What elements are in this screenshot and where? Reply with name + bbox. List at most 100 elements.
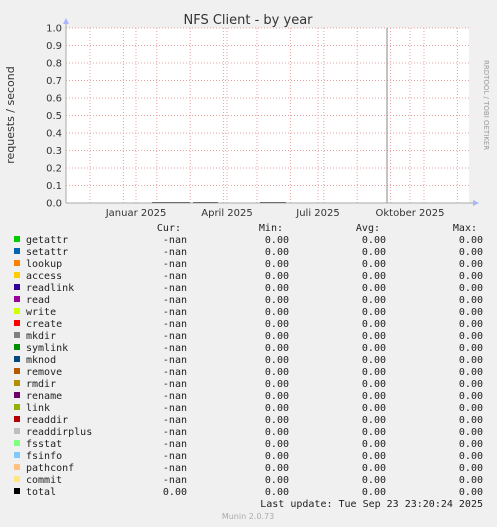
legend-swatch	[14, 368, 20, 374]
legend-value-cur: -nan	[163, 355, 187, 366]
legend-value-cur: -nan	[163, 283, 187, 294]
legend-value-max: 0.00	[459, 427, 483, 438]
legend-value-cur: -nan	[163, 367, 187, 378]
legend-value-avg: 0.00	[362, 259, 386, 270]
legend-value-avg: 0.00	[362, 379, 386, 390]
legend-swatch	[14, 452, 20, 458]
legend-value-max: 0.00	[459, 439, 483, 450]
legend-value-min: 0.00	[265, 355, 289, 366]
legend-value-max: 0.00	[459, 343, 483, 354]
legend-value-max: 0.00	[459, 403, 483, 414]
legend-value-min: 0.00	[265, 271, 289, 282]
legend-value-cur: -nan	[163, 247, 187, 258]
chart-title: NFS Client - by year	[183, 13, 313, 28]
legend-swatch	[14, 236, 20, 242]
legend-series-name: rename	[26, 391, 62, 402]
y-tick-label: 0.2	[46, 164, 62, 175]
legend-value-min: 0.00	[265, 367, 289, 378]
legend-value-cur: -nan	[163, 319, 187, 330]
y-tick-label: 0.9	[46, 41, 62, 52]
legend-series-name: symlink	[26, 343, 68, 354]
legend-value-cur: -nan	[163, 307, 187, 318]
legend-value-max: 0.00	[459, 235, 483, 246]
legend-value-avg: 0.00	[362, 295, 386, 306]
legend-series-name: remove	[26, 367, 62, 378]
legend-value-cur: -nan	[163, 379, 187, 390]
legend-value-min: 0.00	[265, 487, 289, 498]
legend-swatch	[14, 464, 20, 470]
y-tick-label: 0.3	[46, 146, 62, 157]
legend-value-max: 0.00	[459, 451, 483, 462]
legend-value-min: 0.00	[265, 451, 289, 462]
legend-value-max: 0.00	[459, 391, 483, 402]
legend-swatch	[14, 248, 20, 254]
rrdtool-credit: RRDTOOL / TOBI OETIKER	[482, 60, 490, 150]
y-tick-label: 0.1	[46, 181, 62, 192]
last-update: Last update: Tue Sep 23 23:20:24 2025	[260, 499, 483, 510]
legend-value-max: 0.00	[459, 367, 483, 378]
legend-value-avg: 0.00	[362, 271, 386, 282]
legend-header-avg: Avg:	[356, 223, 380, 234]
legend-value-min: 0.00	[265, 319, 289, 330]
legend-value-max: 0.00	[459, 463, 483, 474]
legend-value-min: 0.00	[265, 475, 289, 486]
legend-value-avg: 0.00	[362, 355, 386, 366]
legend-swatch	[14, 392, 20, 398]
legend-value-avg: 0.00	[362, 283, 386, 294]
legend-value-max: 0.00	[459, 295, 483, 306]
legend-series-name: readdirplus	[26, 427, 92, 438]
legend-swatch	[14, 320, 20, 326]
legend-series-name: rmdir	[26, 379, 56, 390]
legend-series-name: fsinfo	[26, 451, 62, 462]
legend-swatch	[14, 404, 20, 410]
legend-value-cur: -nan	[163, 259, 187, 270]
legend-header-min: Min:	[259, 223, 283, 234]
legend-value-avg: 0.00	[362, 463, 386, 474]
legend-value-cur: -nan	[163, 439, 187, 450]
legend-value-max: 0.00	[459, 355, 483, 366]
legend-value-cur: 0.00	[163, 487, 187, 498]
legend-value-cur: -nan	[163, 427, 187, 438]
legend-value-min: 0.00	[265, 295, 289, 306]
legend-value-min: 0.00	[265, 403, 289, 414]
legend-value-avg: 0.00	[362, 487, 386, 498]
legend-value-min: 0.00	[265, 427, 289, 438]
legend-value-min: 0.00	[265, 307, 289, 318]
legend-swatch	[14, 296, 20, 302]
munin-version: Munin 2.0.73	[222, 512, 274, 521]
legend-value-min: 0.00	[265, 343, 289, 354]
legend-series-name: commit	[26, 475, 62, 486]
legend-value-max: 0.00	[459, 379, 483, 390]
legend-series-name: total	[26, 487, 56, 498]
legend-value-min: 0.00	[265, 283, 289, 294]
legend-swatch	[14, 416, 20, 422]
legend-swatch	[14, 380, 20, 386]
x-tick-label: Oktober 2025	[376, 208, 445, 219]
legend-value-avg: 0.00	[362, 367, 386, 378]
legend-swatch	[14, 260, 20, 266]
legend-value-min: 0.00	[265, 391, 289, 402]
legend-value-avg: 0.00	[362, 451, 386, 462]
legend-series-name: readdir	[26, 415, 68, 426]
legend-value-cur: -nan	[163, 331, 187, 342]
x-tick-label: Juli 2025	[295, 208, 339, 219]
legend-series-name: fsstat	[26, 439, 62, 450]
y-tick-label: 0.8	[46, 59, 62, 70]
legend-value-max: 0.00	[459, 487, 483, 498]
legend-swatch	[14, 440, 20, 446]
legend-value-avg: 0.00	[362, 307, 386, 318]
legend-value-avg: 0.00	[362, 331, 386, 342]
legend-value-min: 0.00	[265, 259, 289, 270]
legend-series-name: setattr	[26, 247, 68, 258]
legend-swatch	[14, 308, 20, 314]
legend-series-name: lookup	[26, 259, 62, 270]
legend-header-cur: Cur:	[157, 223, 181, 234]
legend-swatch	[14, 356, 20, 362]
legend-series-name: readlink	[26, 283, 74, 294]
legend-value-cur: -nan	[163, 235, 187, 246]
y-tick-label: 0.5	[46, 111, 62, 122]
legend-value-max: 0.00	[459, 415, 483, 426]
legend-value-avg: 0.00	[362, 439, 386, 450]
legend-header-max: Max:	[453, 223, 477, 234]
legend-value-avg: 0.00	[362, 415, 386, 426]
